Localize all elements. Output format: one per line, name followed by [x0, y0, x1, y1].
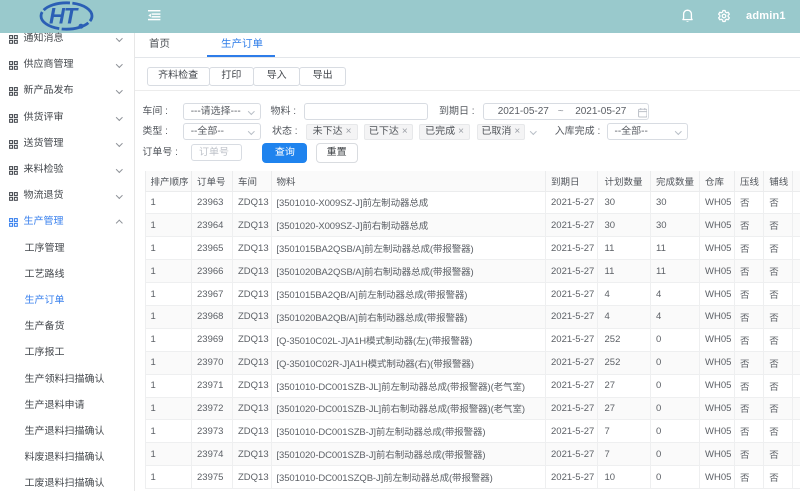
svg-text:HT: HT — [49, 4, 79, 29]
